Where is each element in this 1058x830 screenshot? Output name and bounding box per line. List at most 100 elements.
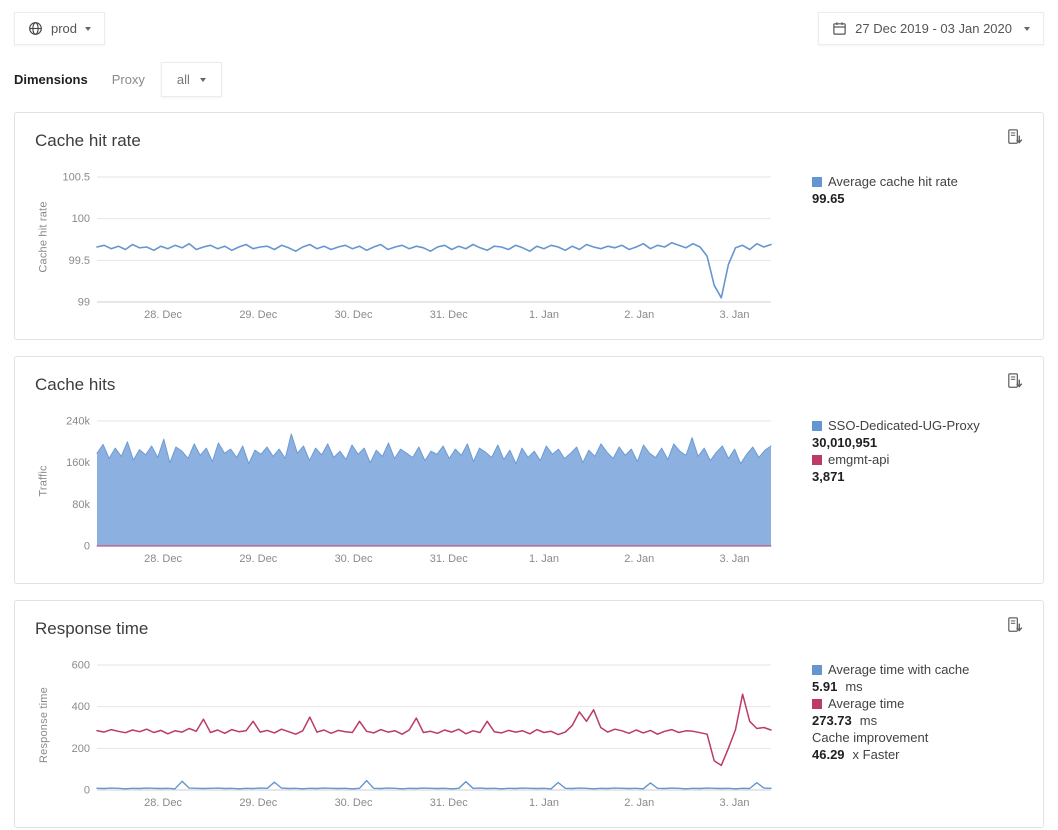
export-report-button[interactable] (1002, 125, 1027, 150)
x-tick-label: 30. Dec (335, 309, 373, 321)
legend-label-row: Average time (812, 695, 969, 712)
x-tick-label: 2. Jan (624, 797, 654, 809)
legend-label: SSO-Dedicated-UG-Proxy (828, 418, 980, 433)
globe-icon (28, 21, 43, 36)
y-axis-title: Response time (35, 659, 53, 790)
x-tick-label: 29. Dec (239, 797, 277, 809)
legend-label-row: Cache improvement (812, 729, 969, 746)
response-time-chart: 0 200 400 600 28. Dec 29. Dec 30. Dec 31. Dec 1.… (53, 659, 798, 811)
proxy-filter-select[interactable]: all (161, 62, 222, 97)
y-axis-title: Traffic (35, 415, 53, 546)
y-tick-label: 0 (84, 785, 90, 797)
chart-area: Response time 0 200 400 600 28. Dec 29. Dec 30… (35, 659, 1023, 811)
legend-label: emgmt-api (828, 452, 889, 467)
y-tick-label: 160k (66, 457, 90, 469)
y-tick-label: 80k (72, 499, 90, 511)
chevron-down-icon (1024, 27, 1030, 31)
cache-hits-chart: 080k160k240k28. Dec29. Dec30. Dec31. Dec… (53, 415, 798, 567)
card-title: Cache hit rate (35, 129, 1023, 153)
legend-swatch-icon (812, 665, 822, 675)
legend-swatch-icon (812, 699, 822, 709)
x-tick-label: 1. Jan (529, 553, 559, 565)
x-tick-label: 28. Dec (144, 309, 182, 321)
legend-swatch-icon (812, 455, 822, 465)
legend-value: 30,010,951 (812, 434, 980, 451)
x-tick-label: 30. Dec (335, 553, 373, 565)
analytics-dashboard: prod 27 Dec 2019 - 03 Jan 2020 Dimension… (0, 0, 1058, 828)
x-tick-label: 29. Dec (239, 553, 277, 565)
calendar-icon (832, 21, 847, 36)
legend-unit: x Faster (853, 747, 900, 762)
x-tick-label: 2. Jan (624, 553, 654, 565)
x-tick-label: 28. Dec (144, 797, 182, 809)
legend-swatch-icon (812, 177, 822, 187)
x-tick-label: 3. Jan (719, 797, 749, 809)
date-range-picker[interactable]: 27 Dec 2019 - 03 Jan 2020 (818, 12, 1044, 45)
card-cache-hit-rate: Cache hit rate Cache hit rate 9999.51001… (14, 112, 1044, 340)
environment-label: prod (51, 21, 77, 36)
legend-swatch-icon (812, 421, 822, 431)
series-line (97, 243, 771, 298)
x-tick-label: 2. Jan (624, 309, 654, 321)
card-response-time: Response time Response time 0 200 400 600 28… (14, 600, 1044, 828)
y-axis-title: Cache hit rate (35, 171, 53, 302)
chart-svg: 9999.5100100.528. Dec29. Dec30. Dec31. D… (53, 171, 798, 323)
chevron-down-icon (85, 27, 91, 31)
x-tick-label: 30. Dec (335, 797, 373, 809)
y-tick-label: 240k (66, 416, 90, 428)
cache-hit-rate-chart: 9999.5100100.528. Dec29. Dec30. Dec31. D… (53, 171, 798, 323)
dimension-proxy-label: Proxy (112, 72, 145, 87)
chart-legend: Average time with cache5.91msAverage tim… (812, 659, 969, 811)
legend-label-row: Average cache hit rate (812, 173, 958, 190)
download-report-icon (1005, 372, 1024, 391)
export-report-button[interactable] (1002, 369, 1027, 394)
x-tick-label: 28. Dec (144, 553, 182, 565)
chart-svg: 080k160k240k28. Dec29. Dec30. Dec31. Dec… (53, 415, 798, 567)
download-report-icon (1005, 616, 1024, 635)
legend-label: Average time with cache (828, 662, 969, 677)
x-tick-label: 3. Jan (719, 309, 749, 321)
export-report-button[interactable] (1002, 613, 1027, 638)
legend-value: 273.73ms (812, 712, 969, 729)
x-tick-label: 31. Dec (430, 553, 468, 565)
legend-label: Average time (828, 696, 904, 711)
download-report-icon (1005, 128, 1024, 147)
legend-value: 5.91ms (812, 678, 969, 695)
chevron-down-icon (200, 78, 206, 82)
legend-value: 3,871 (812, 468, 980, 485)
x-tick-label: 3. Jan (719, 553, 749, 565)
legend-label: Average cache hit rate (828, 174, 958, 189)
legend-unit: ms (860, 713, 877, 728)
y-tick-label: 600 (72, 660, 90, 672)
legend-label-row: SSO-Dedicated-UG-Proxy (812, 417, 980, 434)
x-tick-label: 1. Jan (529, 797, 559, 809)
y-tick-label: 100 (72, 213, 90, 225)
top-toolbar: prod 27 Dec 2019 - 03 Jan 2020 (0, 0, 1058, 45)
chart-area: Cache hit rate 9999.5100100.528. Dec29. … (35, 171, 1023, 323)
chart-legend: SSO-Dedicated-UG-Proxy30,010,951emgmt-ap… (812, 415, 980, 567)
card-title: Response time (35, 617, 1023, 641)
environment-selector[interactable]: prod (14, 12, 105, 45)
proxy-filter-value: all (177, 72, 190, 87)
chart-svg: 0 200 400 600 28. Dec 29. Dec 30. Dec 31. Dec 1.… (53, 659, 798, 811)
y-tick-label: 100.5 (62, 172, 90, 184)
chart-legend: Average cache hit rate99.65 (812, 171, 958, 323)
y-tick-label: 200 (72, 743, 90, 755)
dimensions-bar: Dimensions Proxy all (0, 45, 1058, 112)
dimensions-label: Dimensions (14, 72, 88, 87)
legend-label: Cache improvement (812, 730, 928, 745)
x-tick-label: 31. Dec (430, 797, 468, 809)
legend-label-row: Average time with cache (812, 661, 969, 678)
y-tick-label: 99.5 (69, 255, 90, 267)
legend-unit: ms (845, 679, 862, 694)
y-tick-label: 400 (72, 701, 90, 713)
chart-area: Traffic 080k160k240k28. Dec29. Dec30. De… (35, 415, 1023, 567)
x-tick-label: 29. Dec (239, 309, 277, 321)
card-title: Cache hits (35, 373, 1023, 397)
series-line (97, 781, 771, 789)
x-tick-label: 31. Dec (430, 309, 468, 321)
x-tick-label: 1. Jan (529, 309, 559, 321)
legend-value: 46.29x Faster (812, 746, 969, 763)
legend-value: 99.65 (812, 190, 958, 207)
date-range-label: 27 Dec 2019 - 03 Jan 2020 (855, 21, 1012, 36)
